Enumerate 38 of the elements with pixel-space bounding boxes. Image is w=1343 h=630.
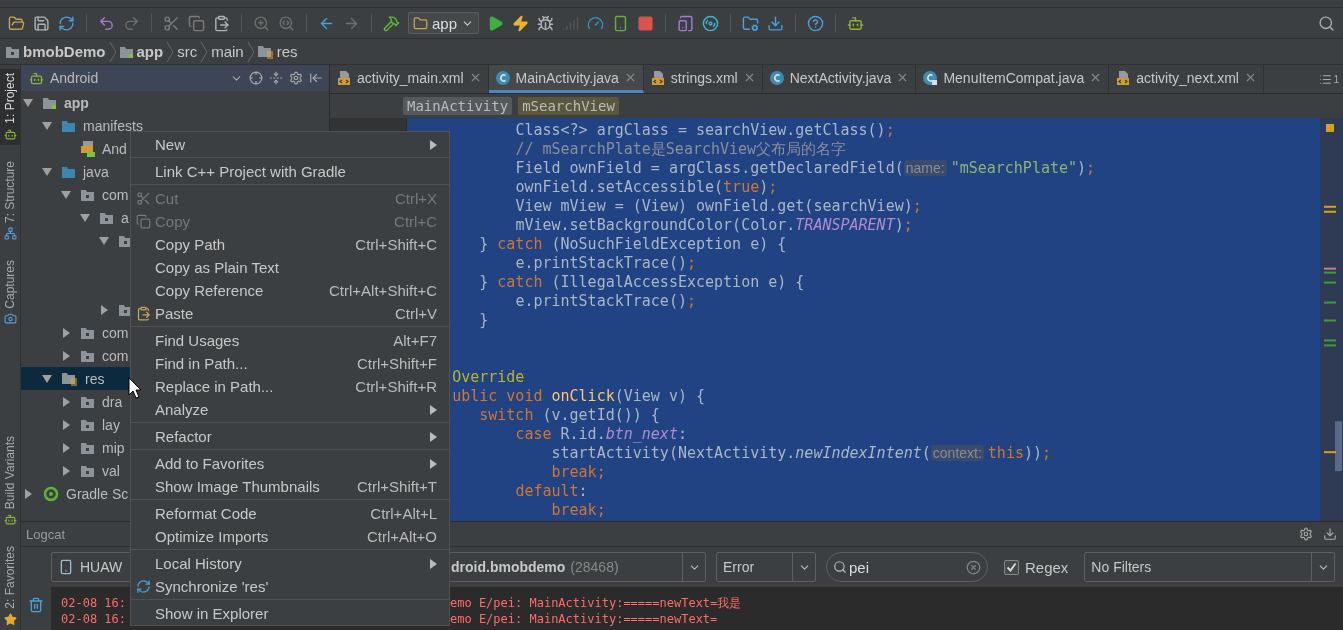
code-line: mView.setBackgroundColor(Color.TRANSPARENT); <box>515 216 913 234</box>
code-line: ublic void onClick(View v) { <box>452 387 706 405</box>
tree-item-label: lay <box>102 416 120 433</box>
code-line: e.printStackTrace(); <box>515 254 696 272</box>
code-line: default: <box>515 482 588 500</box>
tree-item-label: dra <box>102 393 123 410</box>
log-text: emo E/pei: MainActivity:=====newText= <box>450 611 718 627</box>
code-line: break; <box>551 501 606 519</box>
tree-item-label: And <box>102 140 127 157</box>
code-line: case R.id.btn_next: <box>515 425 687 443</box>
code-line: Class<?> argClass = searchView.getClass(); <box>515 121 895 139</box>
log-text: 02-08 16: <box>61 611 127 627</box>
code-line: break; <box>551 463 606 481</box>
tree-item-label: val <box>102 462 120 479</box>
tree-item-label: a <box>121 209 129 226</box>
code-line: switch (v.getId()) { <box>479 406 660 424</box>
code-line: Field ownField = argClass.getDeclaredField(name: "mSearchPlate"); <box>515 159 1096 177</box>
tree-item-label: mip <box>102 439 125 456</box>
code-line: ownField.setAccessible(true); <box>515 178 778 196</box>
tree-item-label: manifests <box>83 117 143 134</box>
panel-title: Logcat <box>26 526 66 542</box>
code-line: View mView = (View) ownField.get(searchView); <box>515 197 922 215</box>
code-line: // mSearchPlate是SearchView父布局的名字 <box>515 140 847 158</box>
tree-item-label: app <box>64 94 89 111</box>
code-line: Override <box>452 368 525 386</box>
tree-item-label: com <box>102 186 129 203</box>
tree-item-label: com <box>102 347 129 364</box>
code-line: e.printStackTrace(); <box>515 292 696 310</box>
log-text: emo E/pei: MainActivity:=====newText=我是 <box>450 595 742 611</box>
code-line: startActivity(NextActivity.newIndexIntent(context: this)); <box>551 444 1052 462</box>
code-line: } catch (NoSuchFieldException e) { <box>479 235 787 253</box>
code-line: } <box>479 311 489 329</box>
tree-item-label: java <box>83 163 109 180</box>
tree-item-label: res <box>85 370 105 387</box>
code-line: } catch (IllegalAccessException e) { <box>479 273 805 291</box>
tree-item-label: Gradle Sc <box>66 485 129 502</box>
log-text: 02-08 16: <box>61 595 127 611</box>
tree-item-label: com <box>102 324 129 341</box>
